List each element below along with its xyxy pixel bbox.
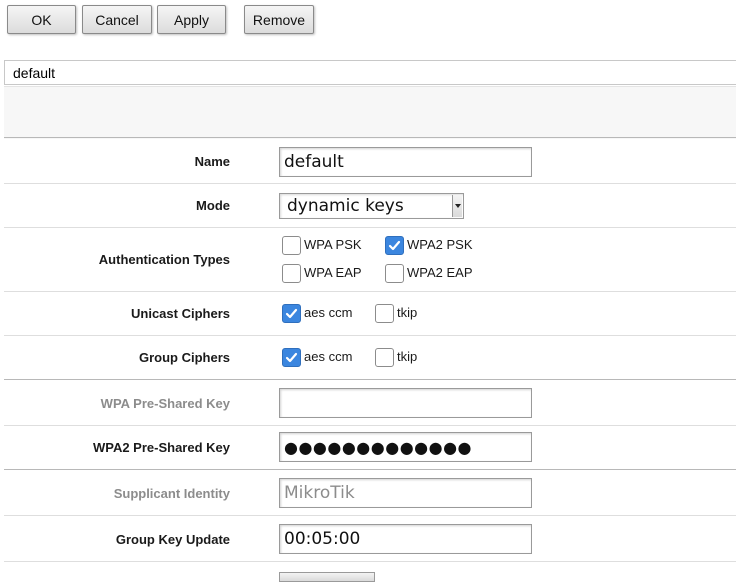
row-divider <box>4 335 736 336</box>
checkmark-icon <box>285 352 298 363</box>
wpa2-psk-key-label: WPA2 Pre-Shared Key <box>92 440 230 455</box>
row-divider <box>4 561 736 562</box>
group-aes-ccm-label: aes ccm <box>304 349 353 364</box>
unicast-tkip-label: tkip <box>397 305 418 320</box>
section-spacer <box>4 86 736 139</box>
wpa-psk-key-input[interactable] <box>279 388 532 418</box>
group-key-update-input[interactable] <box>279 524 532 554</box>
supplicant-identity-input[interactable] <box>279 478 532 508</box>
remove-button[interactable]: Remove <box>244 5 314 34</box>
apply-button[interactable]: Apply <box>157 5 226 34</box>
row-divider <box>4 425 736 426</box>
group-key-update-label: Group Key Update <box>115 532 230 547</box>
profile-title: default <box>13 64 56 81</box>
mode-select[interactable]: dynamic keys <box>279 193 464 219</box>
unicast-ciphers-label: Unicast Ciphers <box>131 306 230 321</box>
row-divider <box>4 291 736 292</box>
wpa-eap-checkbox[interactable] <box>282 264 301 283</box>
mode-label: Mode <box>196 198 230 213</box>
row-divider <box>4 183 736 184</box>
unicast-tkip-checkbox[interactable] <box>375 304 394 323</box>
profile-title-bar: default <box>4 60 736 85</box>
checkmark-icon <box>285 308 298 319</box>
row-divider <box>4 137 736 138</box>
name-label: Name <box>194 154 230 169</box>
wpa-eap-label: WPA EAP <box>304 265 362 280</box>
group-ciphers-label: Group Ciphers <box>138 350 230 365</box>
row-divider <box>4 379 736 380</box>
wpa2-psk-checkbox[interactable] <box>385 236 404 255</box>
row-divider <box>4 469 736 470</box>
wpa2-eap-label: WPA2 EAP <box>407 265 473 280</box>
group-tkip-label: tkip <box>397 349 418 364</box>
chevron-down-icon[interactable] <box>452 195 462 217</box>
checkmark-icon <box>388 240 401 251</box>
wpa2-psk-label: WPA2 PSK <box>407 237 473 252</box>
row-divider <box>4 515 736 516</box>
next-field-partial[interactable] <box>279 572 375 582</box>
wpa-psk-label: WPA PSK <box>304 237 362 252</box>
row-divider <box>4 227 736 228</box>
wpa-psk-checkbox[interactable] <box>282 236 301 255</box>
unicast-aes-ccm-label: aes ccm <box>304 305 353 320</box>
wpa-psk-key-label: WPA Pre-Shared Key <box>100 396 230 411</box>
cancel-button[interactable]: Cancel <box>82 5 152 34</box>
wpa2-eap-checkbox[interactable] <box>385 264 404 283</box>
unicast-aes-ccm-checkbox[interactable] <box>282 304 301 323</box>
name-input[interactable] <box>279 147 532 177</box>
mode-select-value: dynamic keys <box>287 196 404 216</box>
group-aes-ccm-checkbox[interactable] <box>282 348 301 367</box>
wpa2-psk-key-input[interactable] <box>279 432 532 462</box>
group-tkip-checkbox[interactable] <box>375 348 394 367</box>
ok-button[interactable]: OK <box>7 5 76 34</box>
authentication-types-label: Authentication Types <box>98 252 230 267</box>
supplicant-identity-label: Supplicant Identity <box>113 486 230 501</box>
